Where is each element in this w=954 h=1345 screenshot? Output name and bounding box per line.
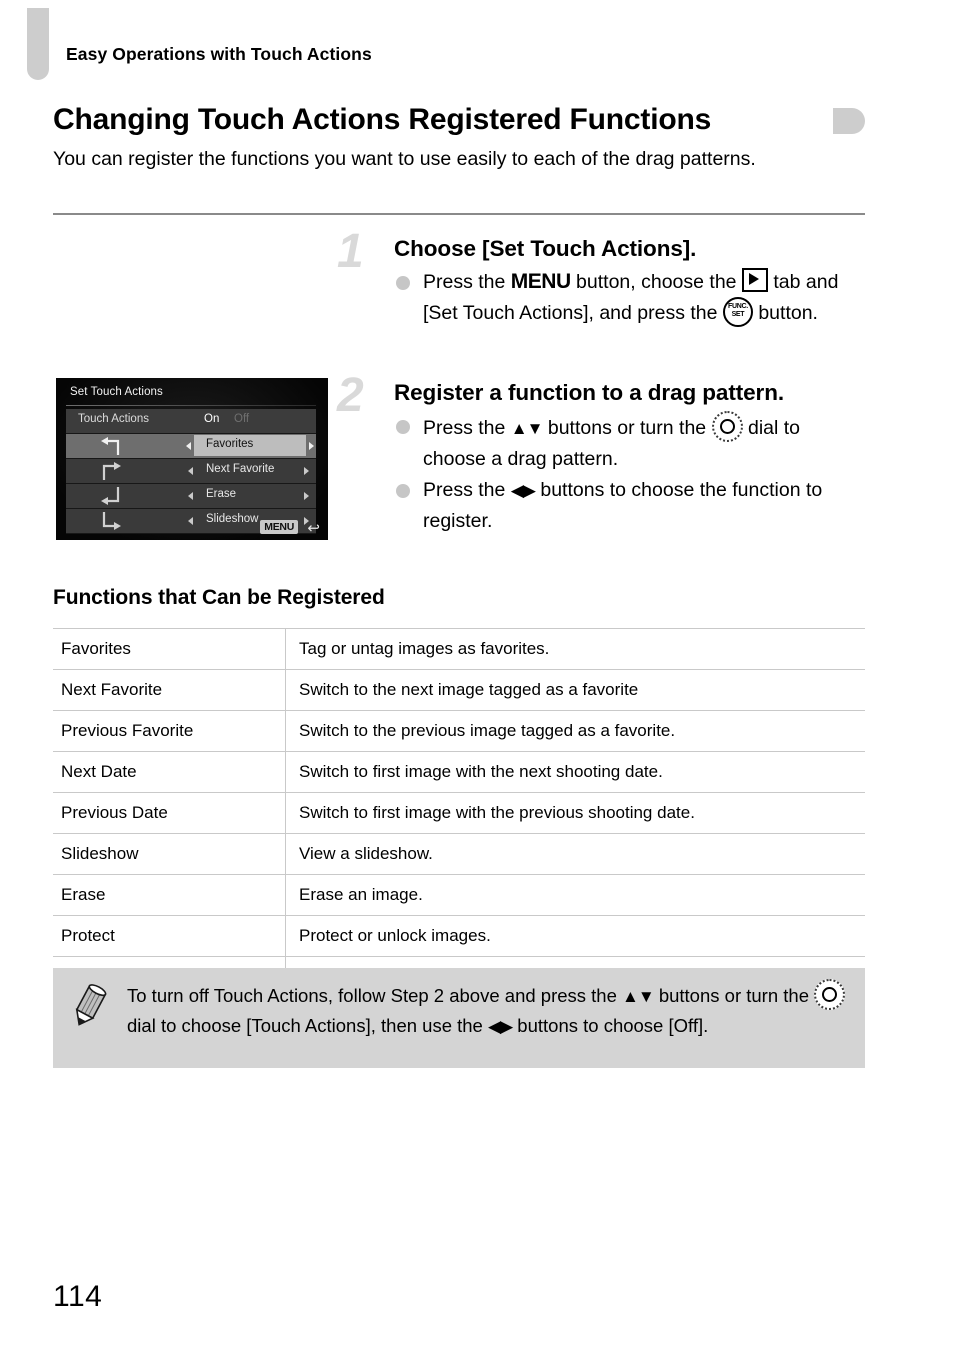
step-1-number: 1 [337,225,364,278]
bullet-text-a: Press the [423,479,511,501]
camera-setting-on: On [204,413,220,425]
bullet-dot-icon [396,276,410,290]
section-subheading: Functions that Can be Registered [53,586,385,609]
step-1-bullets: Press the MENU button, choose the tab an… [394,267,865,328]
bullet-text-d: button. [752,302,818,324]
page-title: Changing Touch Actions Registered Functi… [53,103,712,136]
table-row: Erase Erase an image. [53,874,865,916]
page-title-block: Changing Touch Actions Registered Functi… [53,99,865,141]
camera-row-drag-1: Favorites [66,434,316,459]
table-row: Previous Favorite Switch to the previous… [53,710,865,752]
note-box: To turn off Touch Actions, follow Step 2… [53,968,865,1068]
table-row: Slideshow View a slideshow. [53,833,865,875]
function-name: Previous Favorite [53,710,286,752]
function-desc: Tag or untag images as favorites. [285,628,865,670]
bullet-dot-icon [396,420,410,434]
bullet-dot-icon [396,484,410,498]
function-name: Next Favorite [53,669,286,711]
camera-back-arrow-icon: ↩ [307,520,320,537]
function-name: Slideshow [53,833,286,875]
camera-left-arrow-icon [188,467,193,475]
function-name: Protect [53,915,286,957]
up-down-buttons-icon: ▲▼ [622,987,655,1006]
note-text-c: dial to choose [Touch Actions], then use… [127,1015,488,1036]
table-row: Next Favorite Switch to the next image t… [53,669,865,711]
function-name: Erase [53,874,286,916]
table-row: Next Date Switch to first image with the… [53,751,865,793]
bullet-text-b: button, choose the [570,271,742,293]
function-desc: Switch to the previous image tagged as a… [285,710,865,752]
note-text-b: buttons or turn the [653,985,815,1006]
intro-paragraph: You can register the functions you want … [53,148,756,170]
bullet-text-b: buttons or turn the [542,417,712,439]
func-set-icon: FUNC. SET [722,297,753,327]
camera-right-arrow-icon [304,467,309,475]
drag-down-left-icon [98,486,124,506]
camera-screen-figure: Set Touch Actions Touch Actions On Off F… [56,378,328,540]
function-name: Previous Date [53,792,286,834]
camera-row-drag-3: Erase [66,484,316,509]
chapter-tab-marker [27,8,49,80]
table-row: Previous Date Switch to first image with… [53,792,865,834]
bullet: Press the ▲▼ buttons or turn the dial to… [394,411,865,474]
step-2: 2 Register a function to a drag pattern.… [337,372,865,537]
drag-down-right-icon [98,511,124,531]
left-right-buttons-icon: ◀▶ [510,481,536,500]
functions-table: Favorites Tag or untag images as favorit… [53,628,865,998]
camera-left-arrow-icon [186,442,191,450]
control-dial-icon [814,979,846,1010]
function-desc: Switch to the next image tagged as a fav… [285,669,865,711]
playback-tab-icon [741,268,768,292]
function-desc: Switch to first image with the next shoo… [285,751,865,793]
table-row: Favorites Tag or untag images as favorit… [53,628,865,670]
step-2-number: 2 [337,369,364,422]
step-2-bullets: Press the ▲▼ buttons or turn the dial to… [394,411,865,536]
function-desc: Switch to first image with the previous … [285,792,865,834]
camera-row-value: Favorites [206,438,254,450]
camera-left-arrow-icon [188,517,193,525]
function-desc: Protect or unlock images. [285,915,865,957]
note-text-d: buttons to choose [Off]. [512,1015,709,1036]
camera-row-value: Erase [206,488,237,500]
control-dial-icon [711,411,743,442]
step-1-title: Choose [Set Touch Actions]. [394,236,697,261]
up-down-buttons-icon: ▲▼ [510,419,544,438]
camera-screen-title: Set Touch Actions [70,386,163,398]
bullet: Press the MENU button, choose the tab an… [394,267,865,328]
functions-table-body: Favorites Tag or untag images as favorit… [53,628,865,998]
step-2-title: Register a function to a drag pattern. [394,380,784,405]
bullet-text-a: Press the [423,417,511,439]
camera-right-arrow-icon [309,442,314,450]
camera-left-arrow-icon [188,492,193,500]
drag-up-left-icon [98,436,124,456]
step-1: 1 Choose [Set Touch Actions]. Press the … [337,228,865,329]
table-row: Protect Protect or unlock images. [53,915,865,957]
left-right-buttons-icon: ◀▶ [488,1017,513,1036]
bullet: Press the ◀▶ buttons to choose the funct… [394,475,865,536]
manual-page: Easy Operations with Touch Actions Chang… [0,0,954,1345]
menu-button-icon: MENU [510,270,571,293]
camera-setting-off: Off [234,413,250,425]
note-text-a: To turn off Touch Actions, follow Step 2… [127,985,623,1006]
function-desc: Erase an image. [285,874,865,916]
camera-row-value: Slideshow [206,513,259,525]
title-end-marker [833,108,865,134]
function-name: Favorites [53,628,286,670]
pencil-icon [67,982,111,1030]
camera-row-drag-2: Next Favorite [66,459,316,484]
camera-row-touch-actions: Touch Actions On Off [66,409,316,434]
horizontal-rule [53,213,865,215]
bullet-text-a: Press the [423,271,511,293]
camera-menu-badge: MENU [260,520,298,534]
function-desc: View a slideshow. [285,833,865,875]
note-text: To turn off Touch Actions, follow Step 2… [127,979,855,1041]
running-head: Easy Operations with Touch Actions [66,44,372,64]
camera-setting-label: Touch Actions [78,413,149,425]
page-number: 114 [53,1280,103,1313]
drag-up-right-icon [98,461,124,481]
camera-row-value: Next Favorite [206,463,275,475]
function-name: Next Date [53,751,286,793]
camera-right-arrow-icon [304,492,309,500]
camera-title-divider [66,405,316,406]
